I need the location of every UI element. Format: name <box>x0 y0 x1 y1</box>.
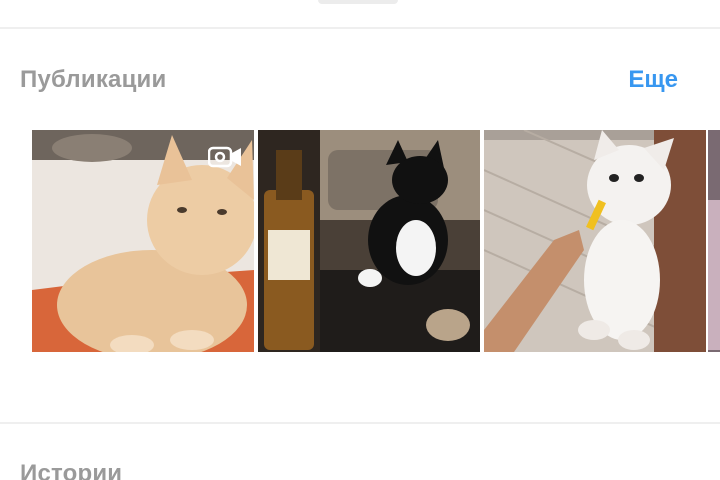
profile-screen: Публикации Еще Истории <box>0 0 720 480</box>
section-divider <box>0 422 720 424</box>
posts-section-title: Публикации <box>20 66 167 93</box>
stories-section-title: Истории <box>20 460 123 480</box>
partial-post-image <box>708 130 720 352</box>
video-camera-icon <box>208 146 241 168</box>
black-white-cat-image <box>258 130 480 352</box>
post-thumbnail-black-white-cat[interactable] <box>258 130 480 352</box>
posts-thumbnail-row[interactable] <box>32 130 720 352</box>
header-remnant <box>318 0 398 4</box>
post-thumbnail-ginger-cat[interactable] <box>32 130 254 352</box>
post-thumbnail-white-cat[interactable] <box>484 130 706 352</box>
white-cat-image <box>484 130 706 352</box>
post-thumbnail-partial[interactable] <box>708 130 720 352</box>
more-posts-link[interactable]: Еще <box>628 66 678 94</box>
top-divider <box>0 27 720 29</box>
